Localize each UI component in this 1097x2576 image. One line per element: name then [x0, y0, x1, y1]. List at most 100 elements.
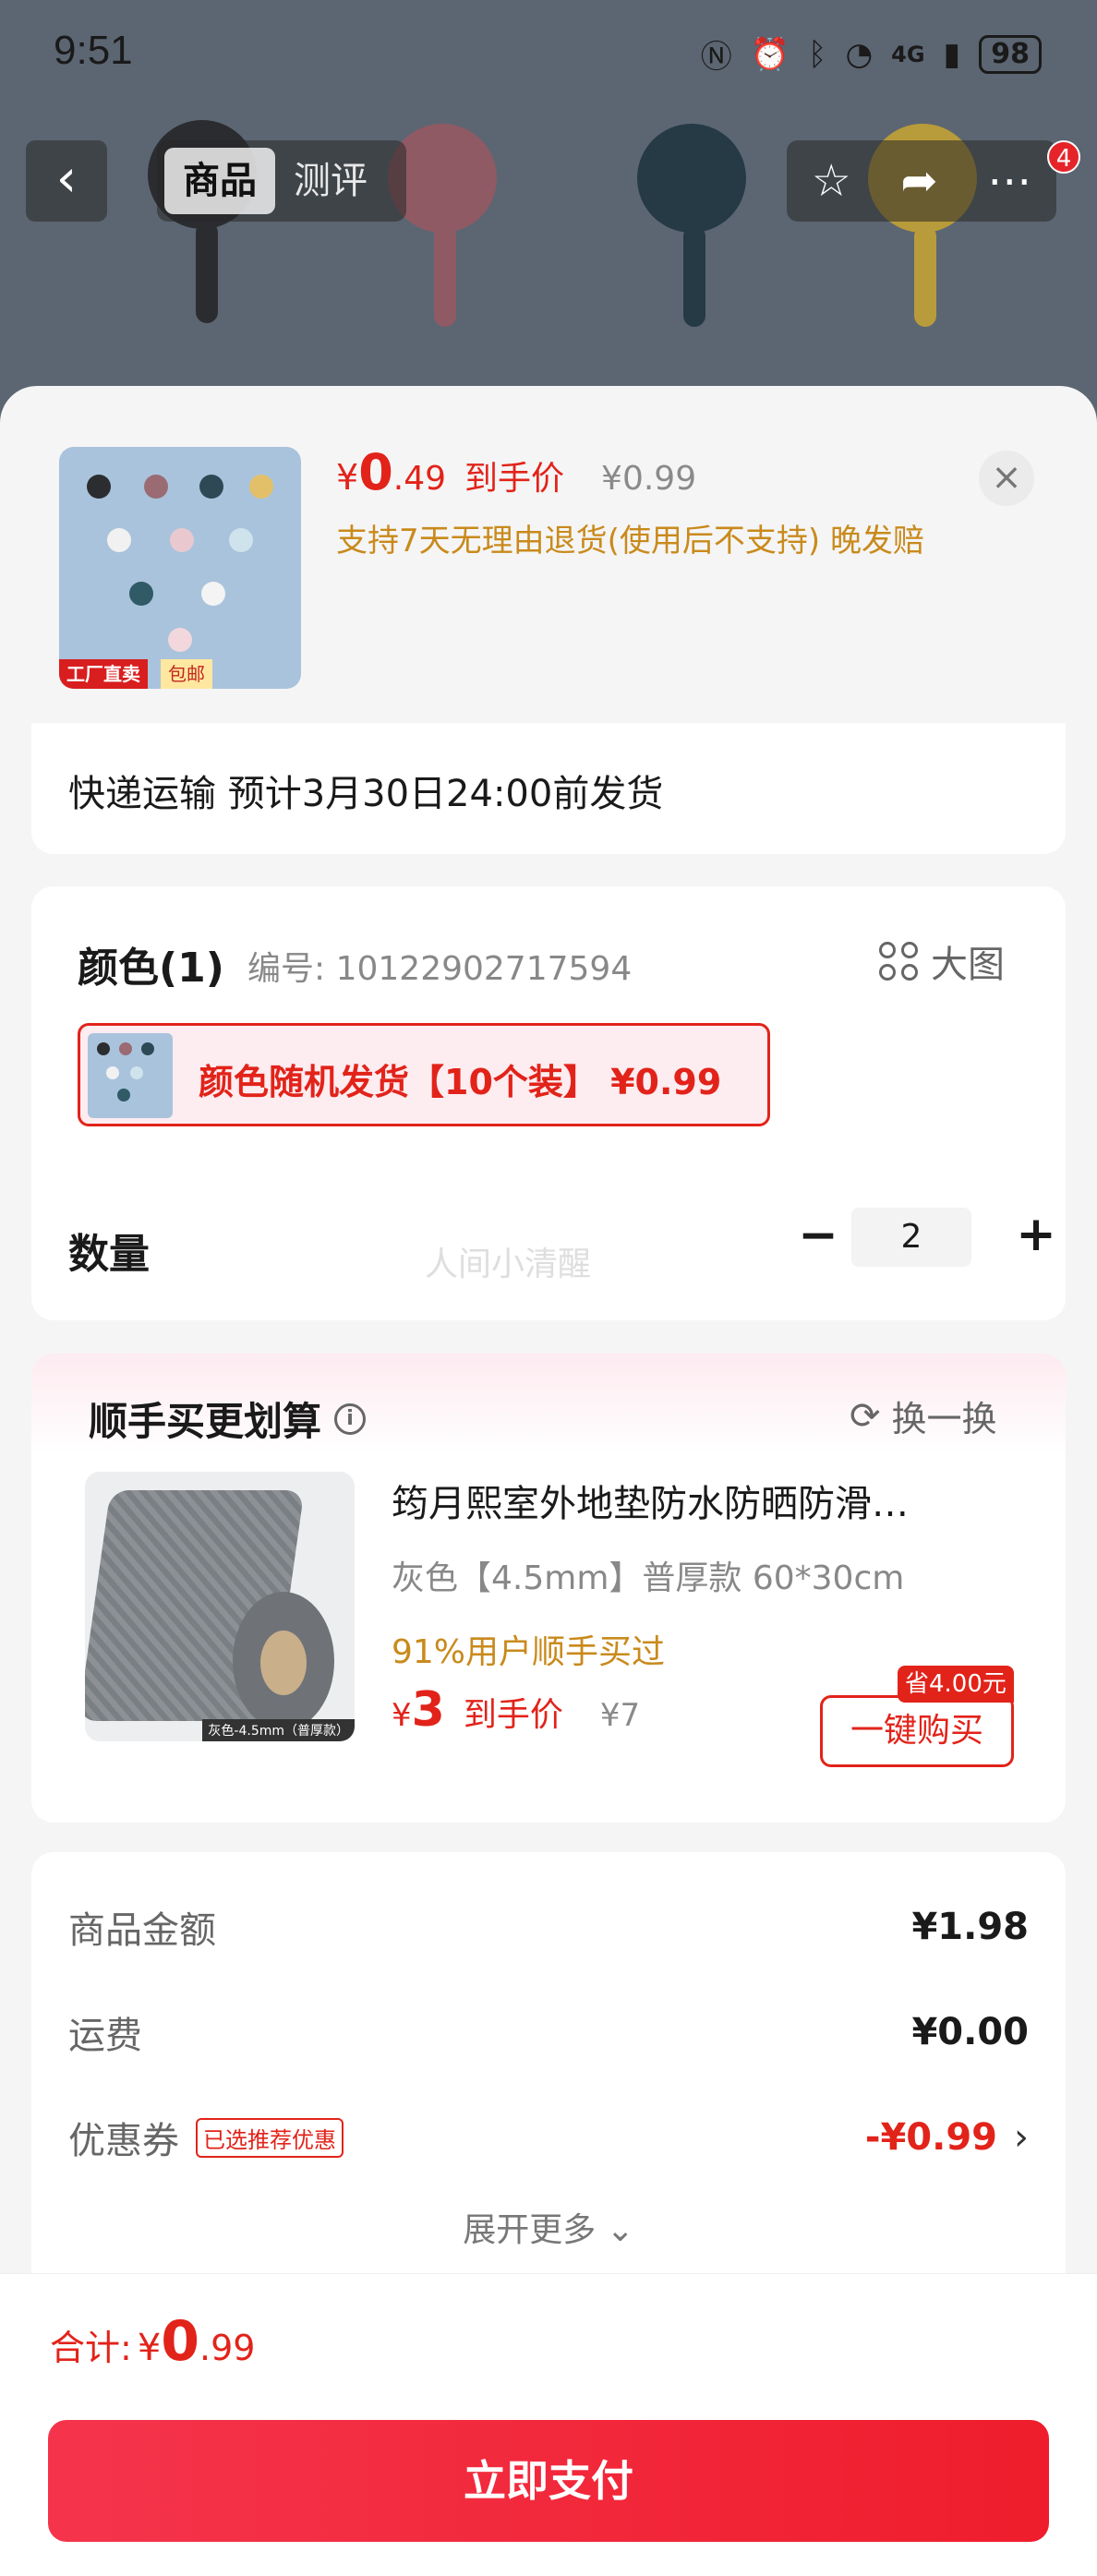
coupon-row[interactable]: 优惠券 已选推荐优惠 -¥0.99 ›: [68, 2111, 1029, 2164]
color-option-label: 颜色随机发货【10个装】 ¥0.99: [199, 1062, 722, 1102]
share-icon[interactable]: ➦: [900, 155, 937, 207]
order-sheet: 工厂直卖 包邮 ¥ 0 .49 到手价 ¥0.99 × 支持7天无理由退货(使用…: [0, 386, 1097, 2576]
quantity-decrease-button[interactable]: −: [790, 1208, 846, 1263]
expand-more-button[interactable]: 展开更多 ⌄: [31, 2203, 1066, 2251]
upsell-price-symbol: ¥: [392, 1697, 412, 1734]
price-symbol: ¥: [336, 457, 359, 498]
quantity-increase-button[interactable]: +: [1008, 1208, 1064, 1263]
tab-product[interactable]: 商品: [164, 148, 275, 214]
color-option-thumbnail: [88, 1033, 173, 1118]
goods-amount-label: 商品金额: [68, 1909, 216, 1952]
coupon-value-group: -¥0.99 ›: [865, 2116, 1029, 2159]
wifi-icon: ◔: [845, 35, 874, 73]
total-symbol: ¥: [137, 2327, 162, 2369]
product-thumbnail[interactable]: 工厂直卖 包邮: [59, 447, 301, 689]
shipping-card: 快递运输 预计3月30日24:00前发货: [31, 723, 1066, 854]
thumb-dot: [119, 1042, 132, 1055]
freight-value: ¥0.00: [911, 2011, 1029, 2053]
upsell-product-image[interactable]: 灰色-4.5mm（普厚款）: [85, 1472, 355, 1741]
close-button[interactable]: ×: [979, 451, 1034, 506]
swap-label: 换一换: [891, 1399, 997, 1439]
nav-tabs: 商品 测评: [157, 140, 406, 222]
free-shipping-tag: 包邮: [161, 659, 212, 689]
total-label: 合计:: [50, 2328, 132, 2368]
thumb-dot: [144, 475, 168, 499]
coupon-label-group: 优惠券 已选推荐优惠: [68, 2111, 344, 2164]
info-icon[interactable]: i: [334, 1402, 367, 1435]
thumb-dot: [249, 475, 273, 499]
bluetooth-icon: ᛒ: [808, 35, 827, 73]
thumb-dot: [168, 628, 192, 652]
price-row: ¥ 0 .49 到手价 ¥0.99: [336, 443, 696, 501]
image-spec-tag: 灰色-4.5mm（普厚款）: [202, 1719, 355, 1741]
big-image-button[interactable]: 大图: [879, 934, 1005, 988]
pay-now-button[interactable]: 立即支付: [48, 2420, 1049, 2542]
upsell-title-text: 顺手买更划算: [89, 1399, 322, 1444]
upsell-title: 顺手买更划算 i: [89, 1390, 367, 1447]
coupon-label: 优惠券: [68, 2120, 179, 2162]
nav-actions: ☆ ➦ ⋯: [787, 140, 1056, 222]
status-icons: Ⓝ ⏰ ᛒ ◔ 4G ▮ 98: [701, 31, 1042, 77]
sku-code: 编号: 10122902717594: [247, 950, 633, 988]
total-amount: 合计: ¥ 0 .99: [50, 2309, 255, 2374]
goods-amount-row: 商品金额 ¥1.98: [68, 1900, 1029, 1954]
thumb-dot: [141, 1042, 154, 1055]
mat-roll-core: [260, 1631, 307, 1695]
one-click-buy-button[interactable]: 一键购买: [820, 1695, 1014, 1767]
checkout-bar: 合计: ¥ 0 .99 立即支付: [0, 2273, 1097, 2576]
thumb-dot: [201, 582, 225, 606]
price-integer: 0: [358, 443, 393, 501]
back-button[interactable]: ‹: [26, 140, 107, 222]
total-integer: 0: [161, 2309, 200, 2374]
return-policy-note: 支持7天无理由退货(使用后不支持) 晚发赔: [336, 523, 924, 560]
color-option-selected[interactable]: 颜色随机发货【10个装】 ¥0.99: [78, 1023, 770, 1126]
goods-amount-value: ¥1.98: [911, 1906, 1029, 1948]
thumb-dot: [199, 475, 223, 499]
thumb-dot: [130, 1066, 143, 1079]
status-bar: 9:51 Ⓝ ⏰ ᛒ ◔ 4G ▮ 98: [0, 0, 1097, 102]
thumb-dot: [129, 582, 153, 606]
grid-view-icon: [879, 942, 918, 981]
thumb-dot: [97, 1042, 110, 1055]
coupon-value: -¥0.99: [864, 2116, 997, 2159]
battery-indicator: 98: [979, 34, 1042, 74]
tab-review[interactable]: 测评: [275, 148, 386, 214]
original-price: ¥0.99: [601, 460, 697, 498]
thumb-dot: [107, 528, 131, 552]
more-icon[interactable]: ⋯: [987, 155, 1031, 207]
total-decimal: .99: [199, 2328, 256, 2368]
hook-stem: [196, 222, 218, 323]
swap-button[interactable]: ⟳ 换一换: [850, 1390, 997, 1441]
price-label: 到手价: [464, 460, 565, 498]
notification-badge: 4: [1047, 140, 1080, 174]
big-image-label: 大图: [931, 944, 1005, 986]
quantity-input[interactable]: 2: [851, 1208, 971, 1267]
shipping-estimate: 快递运输 预计3月30日24:00前发货: [68, 773, 664, 815]
factory-direct-tag: 工厂直卖: [59, 659, 148, 689]
upsell-price-label: 到手价: [463, 1696, 563, 1734]
color-section-title: 颜色(1): [78, 945, 224, 992]
hook-stem: [434, 225, 456, 327]
alarm-icon: ⏰: [750, 35, 790, 73]
status-time: 9:51: [54, 28, 133, 73]
chevron-right-icon: ›: [1014, 2116, 1029, 2159]
signal-icon: ▮: [943, 35, 961, 73]
savings-badge: 省4.00元: [898, 1666, 1014, 1703]
hook-image-blue: [637, 124, 746, 233]
product-header: 工厂直卖 包邮 ¥ 0 .49 到手价 ¥0.99 × 支持7天无理由退货(使用…: [0, 386, 1097, 723]
network-label: 4G: [891, 41, 925, 67]
upsell-card: 顺手买更划算 i ⟳ 换一换 灰色-4.5mm（普厚款） 筠月熙室外地垫防水防晒…: [31, 1354, 1066, 1823]
upsell-price-row: ¥ 3 到手价 ¥7: [392, 1682, 640, 1738]
quantity-label: 数量: [68, 1231, 150, 1278]
upsell-price-integer: 3: [411, 1682, 445, 1738]
thumb-dot: [229, 528, 253, 552]
favorite-icon[interactable]: ☆: [812, 155, 851, 207]
hook-stem: [914, 225, 936, 327]
upsell-product-title[interactable]: 筠月熙室外地垫防水防晒防滑…: [392, 1474, 1029, 1527]
watermark-text: 人间小清醒: [425, 1246, 592, 1283]
upsell-product-spec: 灰色【4.5mm】普厚款 60*30cm: [392, 1559, 905, 1597]
price-decimal: .49: [392, 460, 447, 498]
freight-row: 运费 ¥0.00: [68, 2005, 1029, 2059]
upsell-original-price: ¥7: [599, 1697, 641, 1734]
thumb-dot: [117, 1089, 130, 1101]
